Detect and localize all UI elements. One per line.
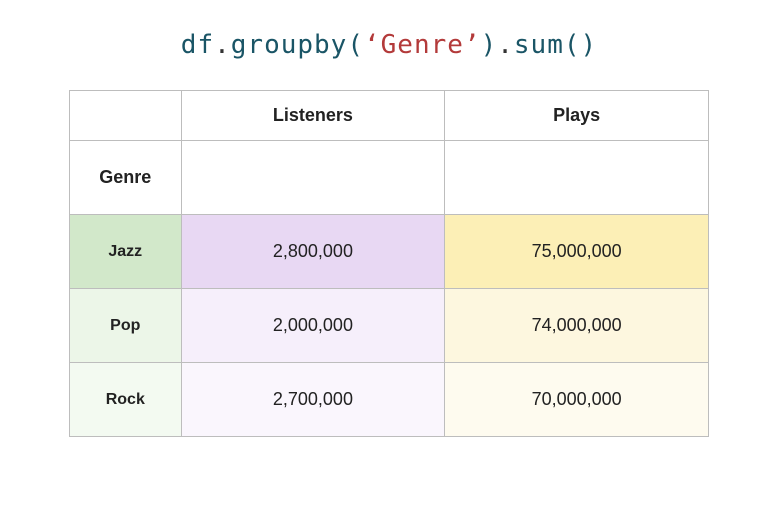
code-paren-close: ) <box>581 30 598 60</box>
cell-jazz-plays: 75,000,000 <box>445 215 709 289</box>
index-cell-jazz: Jazz <box>70 215 182 289</box>
empty-cell <box>445 141 709 215</box>
table-row: Pop 2,000,000 74,000,000 <box>70 289 709 363</box>
code-paren-close: ) <box>481 30 498 60</box>
code-variable: df <box>181 30 214 60</box>
code-method-groupby: groupby <box>231 30 348 60</box>
table-index-label-row: Genre <box>70 141 709 215</box>
cell-jazz-listeners: 2,800,000 <box>181 215 445 289</box>
empty-cell <box>181 141 445 215</box>
table-header-row: Listeners Plays <box>70 91 709 141</box>
code-paren-open: ( <box>564 30 581 60</box>
index-cell-pop: Pop <box>70 289 182 363</box>
index-cell-rock: Rock <box>70 363 182 437</box>
result-table-container: Listeners Plays Genre Jazz 2,800,000 75,… <box>69 90 709 437</box>
code-dot: . <box>497 30 514 60</box>
code-paren-open: ( <box>347 30 364 60</box>
code-string-arg: ‘Genre’ <box>364 30 481 60</box>
cell-rock-listeners: 2,700,000 <box>181 363 445 437</box>
index-name-cell: Genre <box>70 141 182 215</box>
table-row: Rock 2,700,000 70,000,000 <box>70 363 709 437</box>
code-method-sum: sum <box>514 30 564 60</box>
table-row: Jazz 2,800,000 75,000,000 <box>70 215 709 289</box>
column-header-plays: Plays <box>445 91 709 141</box>
cell-rock-plays: 70,000,000 <box>445 363 709 437</box>
code-expression: df.groupby(‘Genre’).sum() <box>181 30 597 60</box>
code-dot: . <box>214 30 231 60</box>
cell-pop-plays: 74,000,000 <box>445 289 709 363</box>
column-header-listeners: Listeners <box>181 91 445 141</box>
cell-pop-listeners: 2,000,000 <box>181 289 445 363</box>
table-corner-cell <box>70 91 182 141</box>
result-table: Listeners Plays Genre Jazz 2,800,000 75,… <box>69 90 709 437</box>
